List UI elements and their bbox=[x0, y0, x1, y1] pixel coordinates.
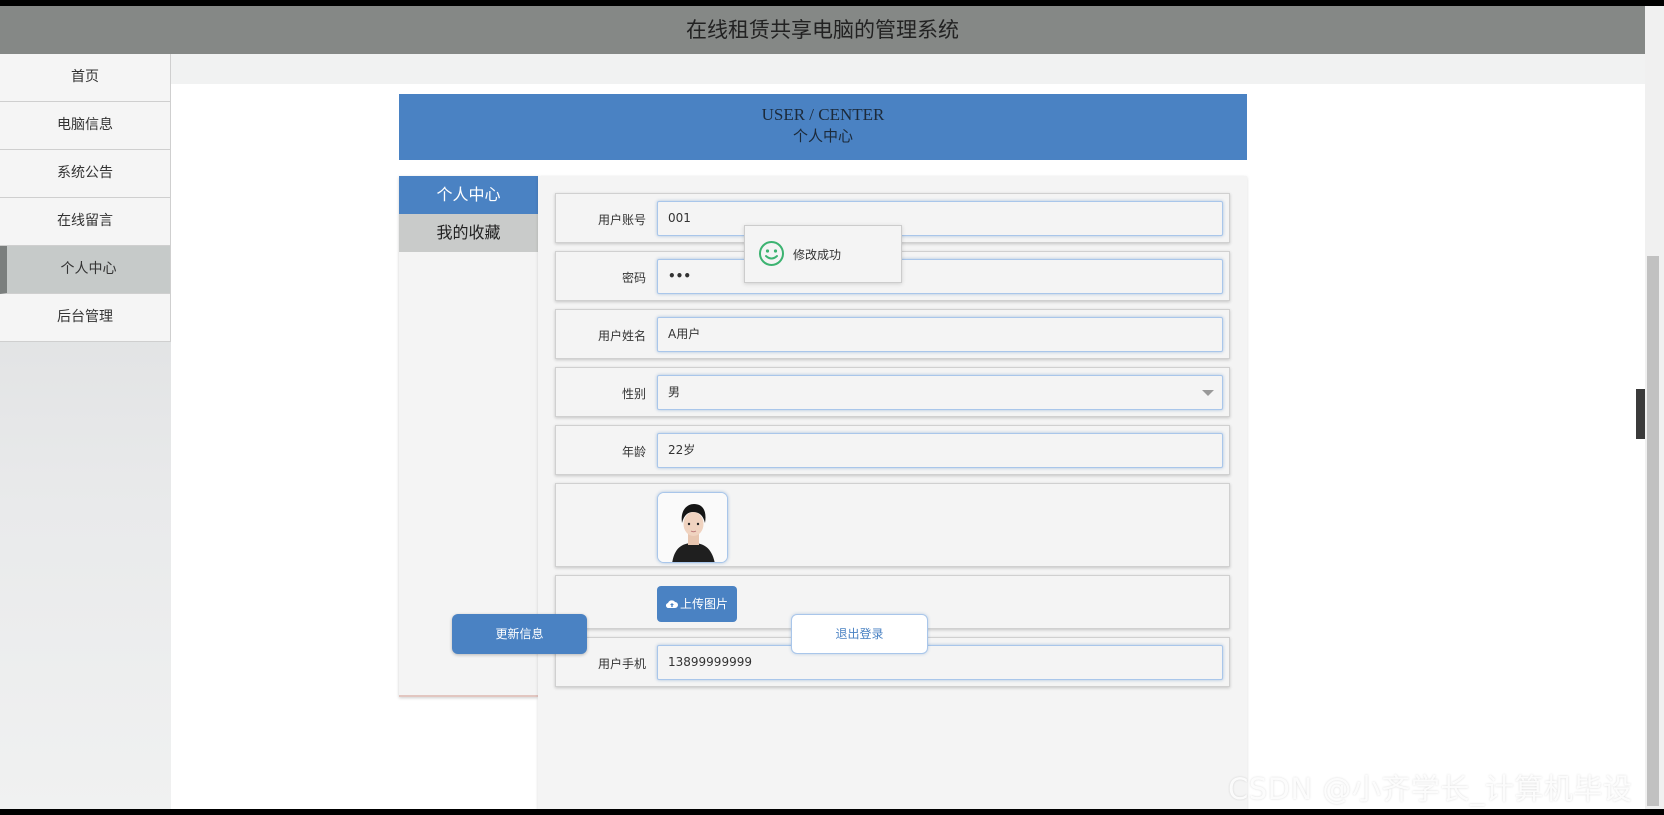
sidebar-item-computer-info[interactable]: 电脑信息 bbox=[0, 102, 171, 150]
avatar-image bbox=[658, 493, 727, 562]
form-row-gender: 性别 男 bbox=[555, 367, 1230, 417]
sidebar-item-announcements[interactable]: 系统公告 bbox=[0, 150, 171, 198]
side-expand-button[interactable]: › bbox=[1636, 389, 1645, 439]
sidebar-item-personal-center[interactable]: 个人中心 bbox=[0, 246, 171, 294]
section-header-en: USER / CENTER bbox=[761, 105, 885, 124]
toast-notification: 修改成功 bbox=[744, 225, 902, 283]
section-header: USER / CENTER 个人中心 bbox=[399, 94, 1247, 160]
upload-image-button[interactable]: 上传图片 bbox=[657, 586, 737, 622]
gender-select-value: 男 bbox=[668, 385, 681, 399]
smile-icon bbox=[758, 240, 785, 270]
name-label: 用户姓名 bbox=[597, 329, 646, 343]
gender-label: 性别 bbox=[621, 387, 646, 401]
chevron-down-icon bbox=[1202, 390, 1214, 396]
toast-message: 修改成功 bbox=[793, 248, 842, 262]
browser-viewport: 在线租赁共享电脑的管理系统 首页 电脑信息 系统公告 在线留言 个人中心 后台管… bbox=[0, 6, 1645, 809]
section-header-cn: 个人中心 bbox=[792, 127, 853, 145]
update-info-button[interactable]: 更新信息 bbox=[452, 614, 587, 654]
watermark: CSDN @小齐学长_计算机毕设 bbox=[1228, 772, 1633, 806]
password-label: 密码 bbox=[621, 271, 646, 285]
phone-label: 用户手机 bbox=[597, 657, 646, 671]
age-label: 年龄 bbox=[621, 445, 646, 459]
phone-input[interactable]: 13899999999 bbox=[657, 645, 1223, 680]
name-input[interactable]: A用户 bbox=[657, 317, 1223, 352]
account-label: 用户账号 bbox=[597, 213, 646, 227]
age-input[interactable]: 22岁 bbox=[657, 433, 1223, 468]
account-input[interactable]: 001 bbox=[657, 201, 1223, 236]
cloud-upload-icon bbox=[665, 587, 678, 623]
logout-button[interactable]: 退出登录 bbox=[791, 614, 928, 654]
password-input[interactable]: ••• bbox=[657, 259, 1223, 294]
gender-select[interactable]: 男 bbox=[657, 375, 1223, 410]
form-row-avatar bbox=[555, 483, 1230, 567]
tab-my-favorites[interactable]: 我的收藏 bbox=[399, 214, 538, 252]
app-title-bar: 在线租赁共享电脑的管理系统 bbox=[0, 6, 1645, 54]
app-title: 在线租赁共享电脑的管理系统 bbox=[686, 18, 959, 42]
sidebar-item-messages[interactable]: 在线留言 bbox=[0, 198, 171, 246]
sidebar-item-admin[interactable]: 后台管理 bbox=[0, 294, 171, 342]
form-row-name: 用户姓名 A用户 bbox=[555, 309, 1230, 359]
scrollbar-thumb[interactable] bbox=[1647, 256, 1659, 806]
page-scrollbar[interactable] bbox=[1645, 6, 1664, 809]
form-row-age: 年龄 22岁 bbox=[555, 425, 1230, 475]
avatar[interactable] bbox=[657, 492, 728, 563]
sidebar-item-home[interactable]: 首页 bbox=[0, 54, 171, 102]
content-top-strip bbox=[171, 54, 1645, 84]
main-content: USER / CENTER 个人中心 个人中心 我的收藏 用户账号 001 密码… bbox=[171, 54, 1645, 809]
tab-personal-center[interactable]: 个人中心 bbox=[399, 176, 538, 214]
sidebar: 首页 电脑信息 系统公告 在线留言 个人中心 后台管理 bbox=[0, 54, 171, 809]
upload-image-label: 上传图片 bbox=[679, 597, 728, 611]
